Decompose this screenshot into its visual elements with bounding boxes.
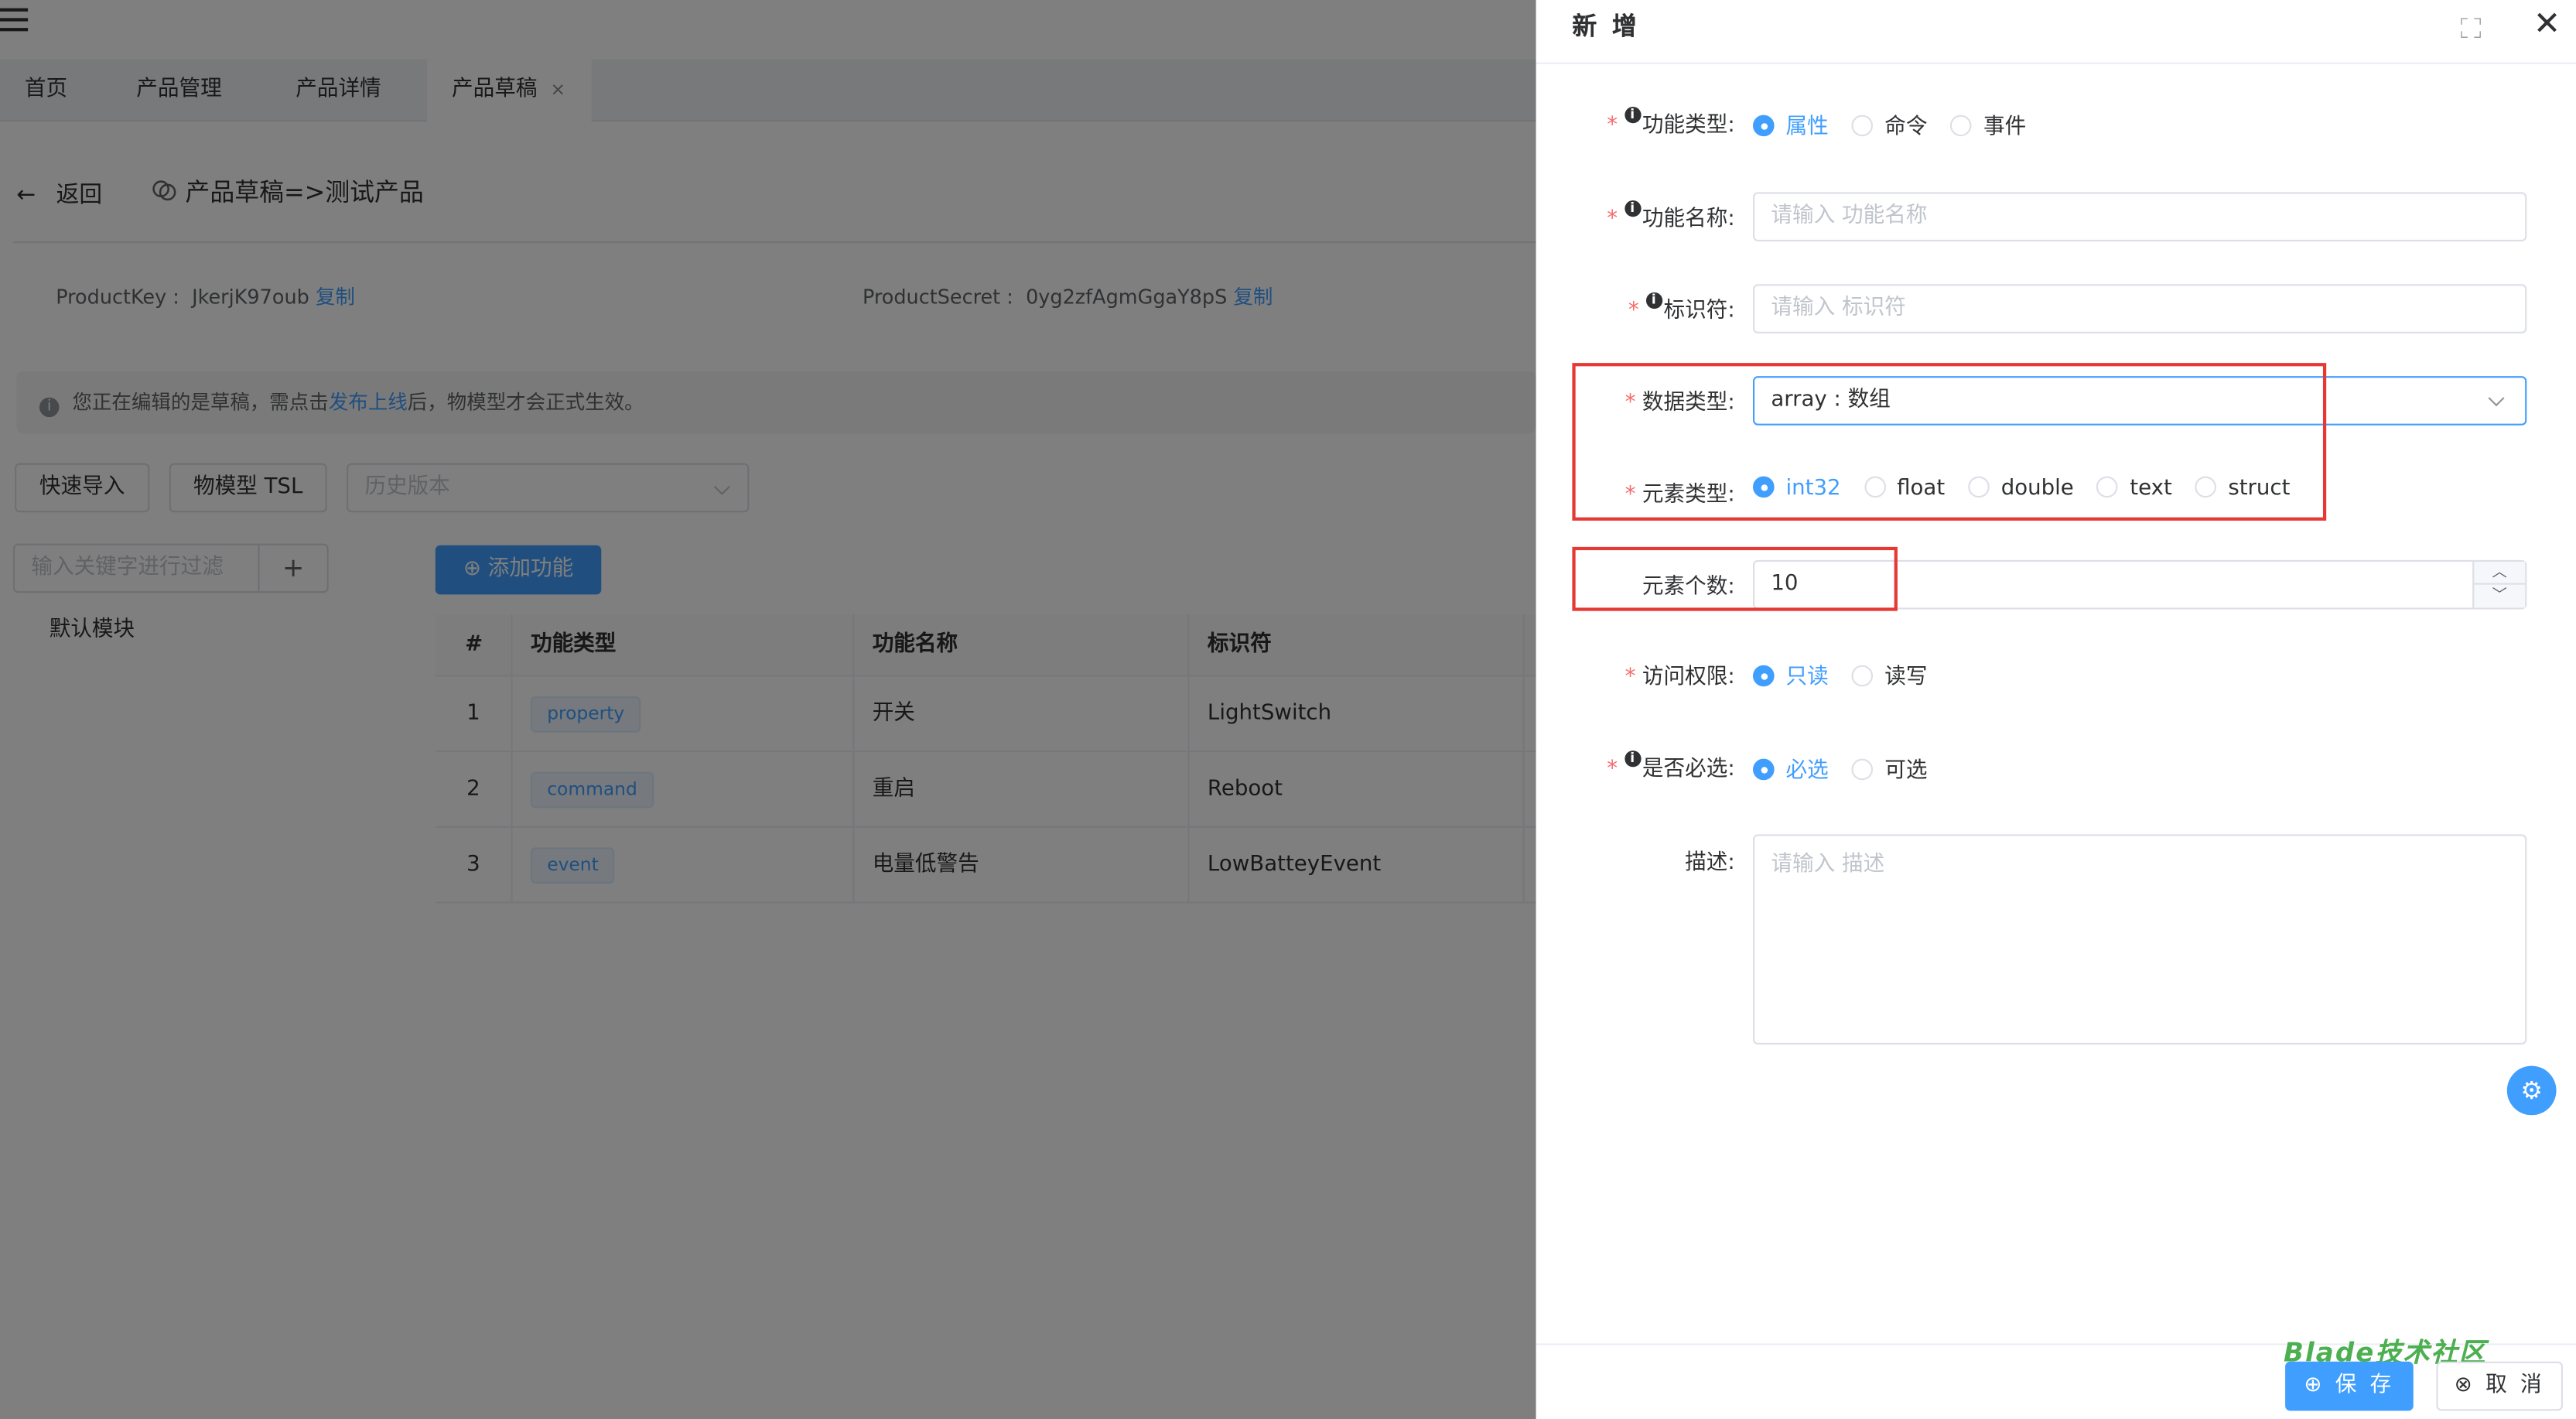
save-label: 保 存 [2335,1373,2395,1398]
increment-button[interactable]: ︿ [2474,562,2526,585]
radio-circle [1753,758,1775,781]
radio-label: 事件 [1983,115,2027,140]
radio-optional[interactable]: 可选 [1851,752,1928,784]
radio-label: 属性 [1785,115,1829,140]
description-textarea[interactable]: 请输入 描述 [1753,834,2527,1045]
info-icon: i [1645,292,1662,309]
add-drawer: 新 增 ✕ * i 功能类型: 属性 命令 事件 * i 功能名称: 请输入 功能名称 … [1536,0,2576,1419]
radio-event[interactable]: 事件 [1950,108,2027,140]
description-label: 描述: [1569,844,1735,876]
radio-label: 只读 [1785,665,1829,690]
radio-circle [1851,665,1874,687]
cancel-label: 取 消 [2485,1373,2545,1398]
radio-read-only[interactable]: 只读 [1753,658,1829,690]
highlight-box [1572,546,1898,611]
function-type-label: * i 功能类型: [1569,106,1735,138]
highlight-box [1572,363,2327,521]
label-text: 访问权限: [1642,665,1735,690]
radio-label: 读写 [1884,665,1928,690]
function-name-label: * i 功能名称: [1569,200,1735,232]
label-text: 功能类型: [1642,113,1735,138]
required-mark: * [1607,207,1618,232]
access-radios: 只读 读写 [1753,658,1944,690]
radio-circle [1950,115,1973,137]
required-label: * i 是否必选: [1569,751,1735,782]
radio-label: 必选 [1785,758,1829,784]
label-text: 功能名称: [1642,207,1735,232]
radio-property[interactable]: 属性 [1753,108,1829,139]
stepper-controls: ︿ ﹀ [2472,561,2526,608]
fullscreen-icon[interactable] [2460,13,2482,39]
close-icon[interactable]: ✕ [2533,3,2561,43]
drawer-divider [1536,62,2576,64]
radio-circle [1851,758,1874,781]
function-name-input[interactable]: 请输入 功能名称 [1753,192,2527,242]
label-text: 是否必选: [1642,757,1735,782]
chevron-down-icon [2488,390,2505,407]
radio-required[interactable]: 必选 [1753,752,1829,784]
plus-circle-icon: ⊕ [2304,1373,2325,1398]
required-mark: * [1625,665,1636,690]
info-icon: i [1624,751,1641,768]
save-button[interactable]: ⊕ 保 存 [2285,1361,2414,1411]
radio-circle [1851,115,1874,137]
identifier-label: * i 标识符: [1569,292,1735,324]
radio-label: 可选 [1884,758,1928,784]
identifier-input[interactable]: 请输入 标识符 [1753,284,2527,333]
modal-overlay[interactable] [0,0,1536,1419]
radio-circle [1753,665,1775,687]
close-circle-icon: ⊗ [2454,1373,2476,1398]
drawer-title: 新 增 [1572,11,1640,42]
textarea-placeholder: 请输入 描述 [1771,852,1885,877]
input-placeholder: 请输入 标识符 [1771,296,1906,320]
radio-read-write[interactable]: 读写 [1851,658,1928,690]
cancel-button[interactable]: ⊗ 取 消 [2436,1361,2564,1411]
decrement-button[interactable]: ﹀ [2474,585,2525,608]
radio-circle [1753,115,1775,137]
required-mark: * [1607,757,1618,782]
required-mark: * [1628,299,1639,324]
radio-command[interactable]: 命令 [1851,108,1928,140]
required-radios: 必选 可选 [1753,752,1944,784]
label-text: 描述: [1685,850,1735,876]
access-label: * 访问权限: [1569,658,1735,690]
info-icon: i [1624,200,1641,217]
input-placeholder: 请输入 功能名称 [1771,203,1928,229]
gear-icon[interactable]: ⚙ [2506,1065,2557,1116]
info-icon: i [1624,106,1641,124]
function-type-radios: 属性 命令 事件 [1753,108,2042,139]
radio-label: 命令 [1884,115,1928,140]
screen: 首页 产品管理 产品详情 产品草稿× ← 返回 产品草稿=>测试产品 Produ… [0,0,2576,1419]
required-mark: * [1607,113,1618,138]
label-text: 标识符: [1663,299,1735,324]
